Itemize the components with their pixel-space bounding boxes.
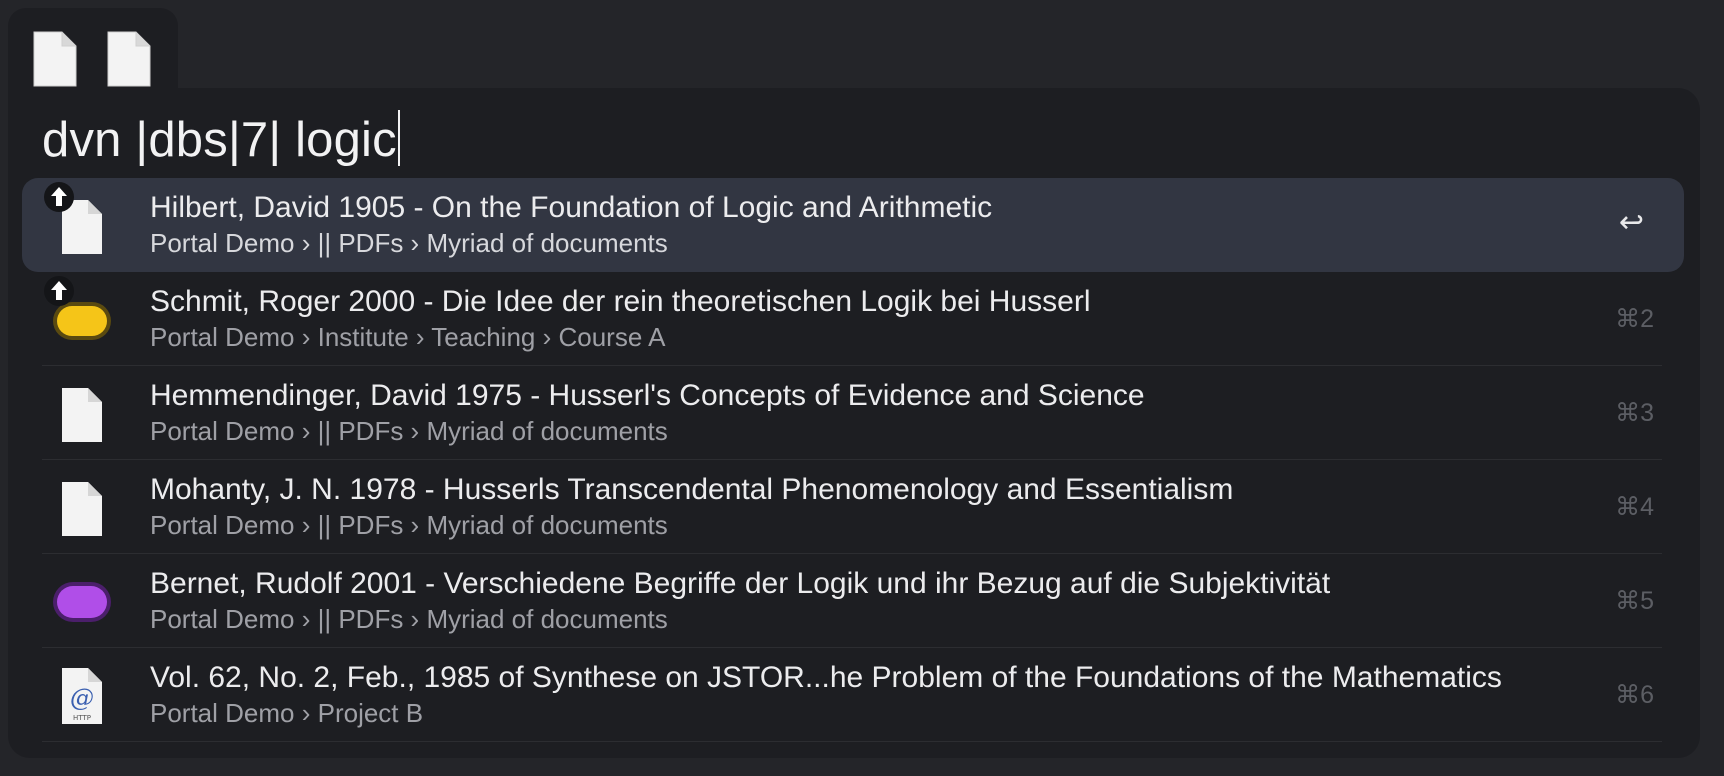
- result-row[interactable]: Hemmendinger, David 1975 - Husserl's Con…: [42, 366, 1662, 460]
- upload-badge-icon: [44, 182, 74, 212]
- result-path: Portal Demo › || PDFs › Myriad of docume…: [150, 416, 668, 446]
- document-icon[interactable]: [32, 30, 78, 88]
- tab-strip: [8, 8, 178, 100]
- results-list: Hilbert, David 1905 - On the Foundation …: [8, 178, 1700, 742]
- result-row[interactable]: Mohanty, J. N. 1978 - Husserls Transcend…: [42, 460, 1662, 554]
- return-key-icon: ↩: [1618, 206, 1644, 239]
- yellow-pill-icon: [44, 276, 114, 350]
- search-panel: dvn |dbs|7| logic Hilbert, David 1905 - …: [8, 88, 1700, 758]
- result-shortcut: ⌘3: [1615, 399, 1654, 427]
- result-shortcut: ⌘2: [1615, 305, 1654, 333]
- document-icon: [44, 182, 114, 256]
- result-path: Portal Demo › Project B: [150, 698, 424, 728]
- launcher-window: dvn |dbs|7| logic Hilbert, David 1905 - …: [0, 0, 1724, 776]
- result-path: Portal Demo › || PDFs › Myriad of docume…: [150, 228, 668, 258]
- result-title: Hemmendinger, David 1975 - Husserl's Con…: [150, 379, 1145, 412]
- result-title: Vol. 62, No. 2, Feb., 1985 of Synthese o…: [150, 661, 1502, 694]
- document-icon: [50, 474, 114, 538]
- text-caret: [397, 110, 400, 166]
- result-path: Portal Demo › Institute › Teaching › Cou…: [150, 322, 666, 352]
- result-shortcut: ⌘5: [1615, 587, 1654, 615]
- result-row[interactable]: @ HTTP Vol. 62, No. 2, Feb., 1985 of Syn…: [42, 648, 1662, 742]
- result-path: Portal Demo › || PDFs › Myriad of docume…: [150, 604, 668, 634]
- http-caption: HTTP: [73, 714, 91, 722]
- result-path: Portal Demo › || PDFs › Myriad of docume…: [150, 510, 668, 540]
- result-row[interactable]: Hilbert, David 1905 - On the Foundation …: [22, 178, 1684, 272]
- upload-badge-icon: [44, 276, 74, 306]
- result-shortcut: ⌘4: [1615, 493, 1654, 521]
- search-query-text: dvn |dbs|7| logic: [42, 113, 397, 167]
- document-icon: [50, 380, 114, 444]
- result-title: Schmit, Roger 2000 - Die Idee der rein t…: [150, 285, 1091, 318]
- result-title: Bernet, Rudolf 2001 - Verschiedene Begri…: [150, 567, 1331, 600]
- search-input[interactable]: dvn |dbs|7| logic: [42, 110, 400, 170]
- result-title: Mohanty, J. N. 1978 - Husserls Transcend…: [150, 473, 1234, 506]
- result-title: Hilbert, David 1905 - On the Foundation …: [150, 191, 993, 224]
- document-icon[interactable]: [106, 30, 152, 88]
- result-shortcut: ⌘6: [1615, 681, 1654, 709]
- result-row[interactable]: Schmit, Roger 2000 - Die Idee der rein t…: [42, 272, 1662, 366]
- result-row[interactable]: Bernet, Rudolf 2001 - Verschiedene Begri…: [42, 554, 1662, 648]
- purple-pill-icon: [50, 568, 114, 632]
- svg-text:@: @: [70, 684, 94, 712]
- http-link-icon: @ HTTP: [50, 662, 114, 726]
